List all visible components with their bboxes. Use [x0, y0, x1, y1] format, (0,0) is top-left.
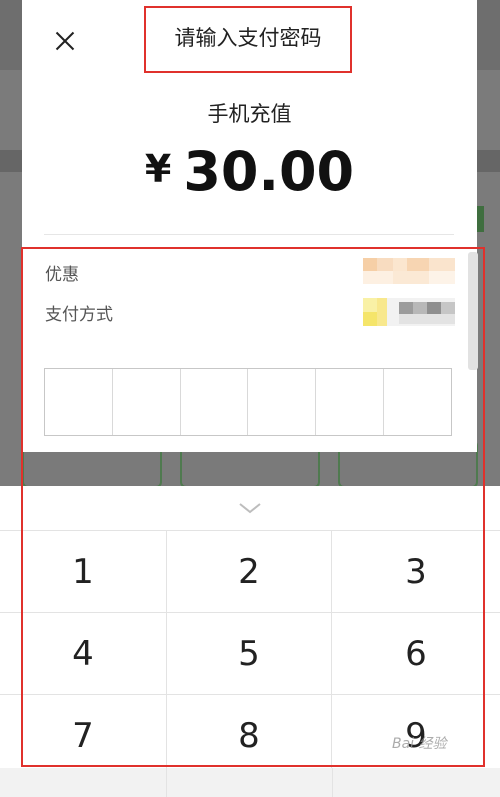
pin-digit-box[interactable] — [113, 369, 181, 435]
payment-method-label: 支付方式 — [45, 305, 113, 325]
divider — [332, 768, 333, 797]
close-icon[interactable] — [50, 26, 80, 56]
background-accent — [476, 206, 484, 232]
key-4[interactable]: 4 — [0, 612, 166, 694]
keypad-bottom-row — [0, 768, 500, 797]
key-6[interactable]: 6 — [332, 612, 500, 694]
key-1[interactable]: 1 — [0, 530, 166, 612]
product-name: 手机充值 — [207, 102, 292, 126]
dialog-title: 请输入支付密码 — [174, 26, 322, 50]
pin-digit-box[interactable] — [45, 369, 113, 435]
key-2[interactable]: 2 — [166, 530, 332, 612]
key-7[interactable]: 7 — [0, 694, 166, 776]
discount-value-redacted[interactable] — [363, 258, 455, 284]
currency-symbol: ¥ — [144, 147, 172, 191]
pin-digit-box[interactable] — [316, 369, 385, 435]
amount-value: 30.00 — [183, 140, 355, 203]
divider — [166, 768, 167, 797]
scrollbar[interactable] — [468, 252, 478, 370]
payment-dialog: 请输入支付密码 手机充值 ¥30.00 优惠 支付方式 — [22, 0, 478, 452]
watermark-text: Bai 经验 — [392, 736, 447, 752]
pin-digit-box[interactable] — [248, 369, 317, 435]
key-8[interactable]: 8 — [166, 694, 332, 776]
discount-label: 优惠 — [45, 265, 79, 285]
payment-method-redacted[interactable] — [363, 298, 455, 326]
payment-amount: ¥30.00 — [22, 140, 477, 203]
divider — [44, 234, 454, 235]
key-5[interactable]: 5 — [166, 612, 332, 694]
password-input[interactable] — [44, 368, 452, 436]
chevron-down-icon[interactable] — [236, 500, 264, 516]
pin-digit-box[interactable] — [181, 369, 249, 435]
pin-digit-box[interactable] — [384, 369, 451, 435]
key-3[interactable]: 3 — [332, 530, 500, 612]
